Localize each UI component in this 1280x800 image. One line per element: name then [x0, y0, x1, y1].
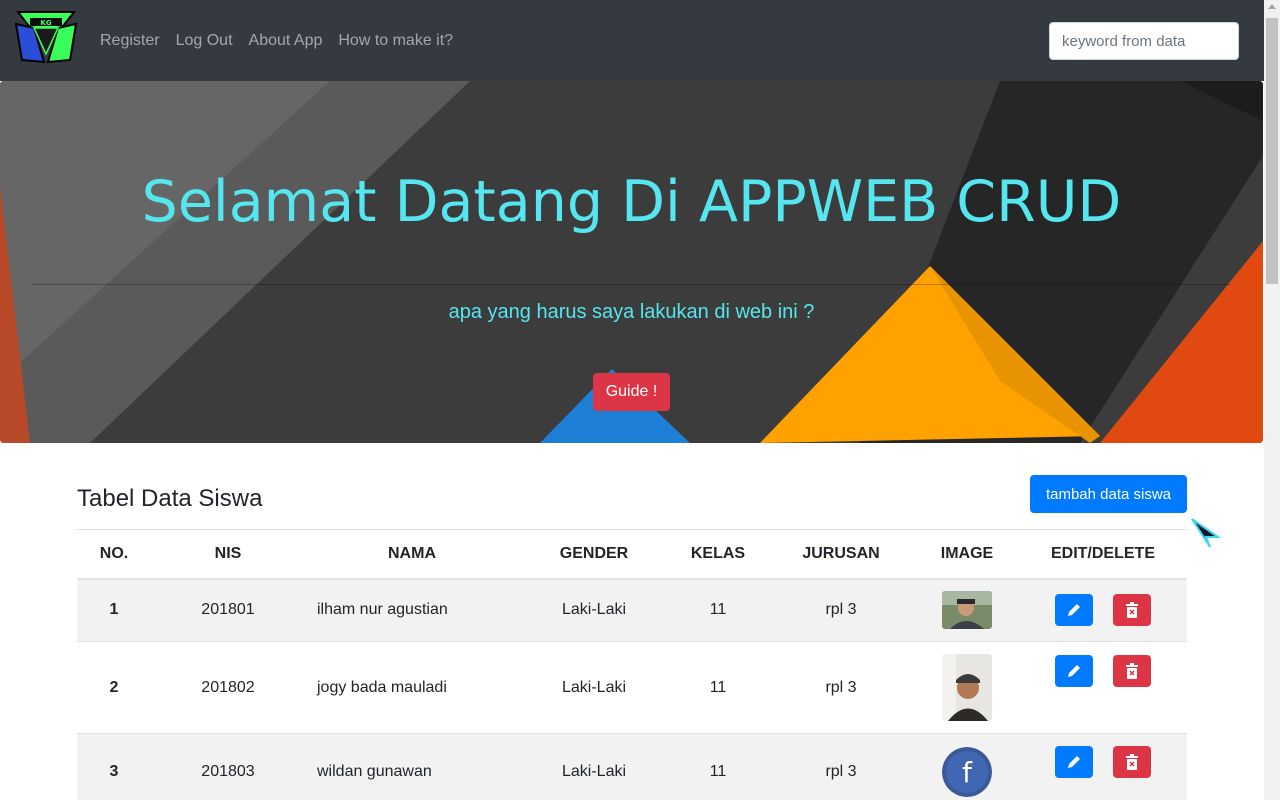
header-edit-delete: EDIT/DELETE	[1019, 529, 1187, 580]
cell-jurusan: rpl 3	[767, 641, 915, 734]
cell-no: 3	[77, 733, 151, 800]
cell-kelas: 11	[669, 733, 767, 800]
scroll-up-arrow-icon[interactable]	[1268, 4, 1276, 9]
edit-button[interactable]	[1055, 746, 1093, 778]
cell-kelas: 11	[669, 641, 767, 734]
svg-text:f: f	[962, 756, 973, 789]
header-nama: NAMA	[305, 529, 519, 580]
header-image: IMAGE	[915, 529, 1019, 580]
delete-button[interactable]	[1113, 594, 1151, 627]
scrollbar-thumb[interactable]	[1266, 18, 1278, 284]
cell-kelas: 11	[669, 578, 767, 642]
cell-nama: jogy bada mauladi	[305, 641, 519, 734]
cell-nis: 201803	[151, 733, 305, 800]
cell-no: 2	[77, 641, 151, 734]
cursor-arrow-icon	[1188, 515, 1222, 549]
brand-logo-icon[interactable]: KG	[14, 10, 78, 68]
cell-nama: wildan gunawan	[305, 733, 519, 800]
cell-actions	[1019, 641, 1187, 734]
student-photo	[942, 591, 992, 630]
table-header-row: NO. NIS NAMA GENDER KELAS JURUSAN IMAGE …	[77, 529, 1187, 580]
nav-link-register[interactable]: Register	[100, 32, 160, 50]
student-table: NO. NIS NAMA GENDER KELAS JURUSAN IMAGE …	[77, 529, 1187, 800]
nav-links: Register Log Out About App How to make i…	[100, 0, 453, 81]
delete-button[interactable]	[1113, 655, 1151, 687]
trash-icon	[1126, 663, 1138, 679]
trash-icon	[1126, 602, 1138, 619]
header-kelas: KELAS	[669, 529, 767, 580]
jumbotron: Selamat Datang Di APPWEB CRUD apa yang h…	[0, 81, 1263, 443]
jumbotron-lead: apa yang harus saya lakukan di web ini ?	[448, 301, 815, 323]
nav-link-how-to[interactable]: How to make it?	[338, 32, 453, 50]
cell-nis: 201801	[151, 578, 305, 642]
guide-button[interactable]: Guide !	[593, 373, 670, 411]
facebook-logo: f	[942, 746, 992, 797]
cell-image	[915, 641, 1019, 734]
edit-button[interactable]	[1055, 594, 1093, 627]
cell-jurusan: rpl 3	[767, 733, 915, 800]
header-no: NO.	[77, 529, 151, 580]
header-nis: NIS	[151, 529, 305, 580]
pencil-icon	[1068, 756, 1080, 768]
cell-image	[915, 578, 1019, 642]
nav-link-logout[interactable]: Log Out	[176, 32, 233, 50]
cell-gender: Laki-Laki	[519, 578, 669, 642]
header-gender: GENDER	[519, 529, 669, 580]
cell-image: f	[915, 733, 1019, 800]
search-input[interactable]	[1049, 22, 1239, 60]
cell-jurusan: rpl 3	[767, 578, 915, 642]
edit-button[interactable]	[1055, 655, 1093, 687]
delete-button[interactable]	[1113, 746, 1151, 778]
cell-actions	[1019, 733, 1187, 800]
page-scrollbar[interactable]	[1264, 0, 1280, 800]
jumbotron-title: Selamat Datang Di APPWEB CRUD	[141, 169, 1122, 235]
cell-actions	[1019, 578, 1187, 642]
cell-nama: ilham nur agustian	[305, 578, 519, 642]
pencil-icon	[1068, 665, 1080, 677]
table-row: 1 201801 ilham nur agustian Laki-Laki 11…	[77, 578, 1187, 642]
cell-gender: Laki-Laki	[519, 733, 669, 800]
add-student-button[interactable]: tambah data siswa	[1030, 475, 1187, 513]
cell-no: 1	[77, 578, 151, 642]
pencil-icon	[1068, 604, 1080, 617]
navbar: KG Register Log Out About App How to mak…	[0, 0, 1264, 81]
table-row: 2 201802 jogy bada mauladi Laki-Laki 11 …	[77, 641, 1187, 734]
table-row: 3 201803 wildan gunawan Laki-Laki 11 rpl…	[77, 733, 1187, 800]
divider	[32, 284, 1231, 285]
cell-nis: 201802	[151, 641, 305, 734]
header-jurusan: JURUSAN	[767, 529, 915, 580]
trash-icon	[1126, 754, 1138, 770]
cell-gender: Laki-Laki	[519, 641, 669, 734]
student-photo	[942, 654, 992, 721]
svg-text:KG: KG	[40, 19, 51, 27]
nav-link-about[interactable]: About App	[249, 32, 323, 50]
section-title: Tabel Data Siswa	[77, 485, 263, 512]
